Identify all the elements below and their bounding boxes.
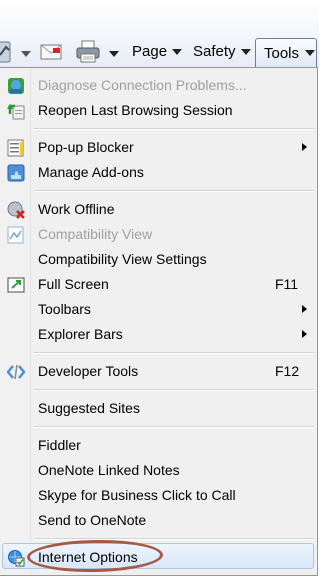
safety-menu-button[interactable]: Safety [193, 43, 251, 60]
menu-item-fiddler[interactable]: Fiddler [0, 433, 316, 458]
safety-menu-label: Safety [193, 43, 236, 60]
menu-item-developer-tools[interactable]: Developer Tools F12 [0, 359, 316, 384]
menu-item-manage-addons[interactable]: Manage Add-ons [0, 160, 316, 185]
offline-globe-icon [7, 201, 25, 219]
menu-separator [34, 190, 314, 192]
menu-separator [34, 352, 314, 354]
menu-item-send-to-onenote[interactable]: Send to OneNote [0, 508, 316, 533]
page-chevron-down-icon [172, 48, 183, 55]
menu-item-full-screen[interactable]: Full Screen F11 [0, 272, 316, 297]
tools-menu-button[interactable]: Tools [255, 38, 317, 67]
shortcut-f11: F11 [275, 276, 299, 292]
home-dropdown-arrow[interactable] [21, 51, 31, 57]
shortcut-f12: F12 [275, 363, 300, 379]
menu-item-explorer-bars[interactable]: Explorer Bars [0, 322, 316, 347]
compatibility-view-icon [7, 226, 25, 244]
menu-item-work-offline[interactable]: Work Offline [0, 197, 316, 222]
tools-dropdown-menu: Diagnose Connection Problems... Reopen L… [0, 67, 318, 576]
menu-item-toolbars[interactable]: Toolbars [0, 297, 316, 322]
menu-item-diagnose-connection: Diagnose Connection Problems... [0, 73, 316, 98]
puzzle-addons-icon [7, 164, 25, 182]
menu-item-suggested-sites[interactable]: Suggested Sites [0, 396, 316, 421]
tools-menu-label: Tools [264, 44, 300, 62]
tools-chevron-down-icon [305, 50, 316, 56]
home-icon[interactable] [0, 41, 12, 63]
menu-item-reopen-session[interactable]: Reopen Last Browsing Session [0, 98, 316, 123]
internet-options-icon [7, 549, 25, 567]
read-mail-icon[interactable] [40, 42, 64, 62]
developer-tools-icon [6, 363, 26, 381]
menu-separator [34, 389, 314, 391]
submenu-arrow-icon [302, 305, 307, 313]
submenu-arrow-icon [302, 330, 307, 338]
print-icon[interactable] [75, 40, 101, 64]
menu-separator [34, 128, 314, 130]
safety-chevron-down-icon [240, 48, 251, 55]
popup-blocker-icon [7, 139, 25, 157]
print-dropdown-arrow[interactable] [109, 51, 119, 57]
globe-network-icon [7, 77, 25, 95]
submenu-arrow-icon [302, 143, 307, 151]
menu-separator [34, 426, 314, 428]
command-bar: Page Safety Tools [0, 0, 319, 68]
menu-item-skype-click-to-call[interactable]: Skype for Business Click to Call [0, 483, 316, 508]
page-menu-button[interactable]: Page [132, 43, 183, 60]
menu-item-onenote-linked-notes[interactable]: OneNote Linked Notes [0, 458, 316, 483]
menu-item-compatibility-view-settings[interactable]: Compatibility View Settings [0, 247, 316, 272]
menu-item-compatibility-view: Compatibility View [0, 222, 316, 247]
page-menu-label: Page [132, 43, 168, 60]
menu-item-popup-blocker[interactable]: Pop-up Blocker [0, 135, 316, 160]
fullscreen-icon [7, 276, 25, 294]
reopen-session-icon [7, 102, 25, 120]
menu-separator [34, 538, 314, 540]
